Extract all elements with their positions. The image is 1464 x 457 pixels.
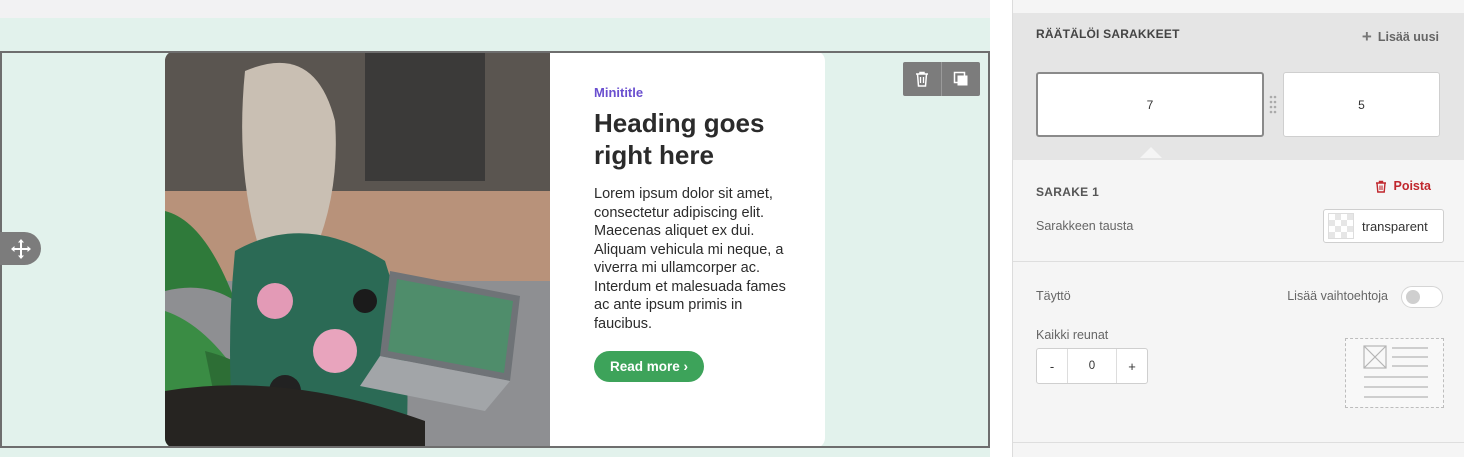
delete-block-button[interactable] (903, 62, 941, 96)
columns-title: RÄÄTÄLÖI SARAKKEET (1036, 27, 1180, 41)
all-edges-label: Kaikki reunat (1036, 328, 1109, 342)
move-block-handle[interactable] (0, 232, 41, 265)
padding-label: Täyttö (1036, 289, 1071, 303)
settings-panel: RÄÄTÄLÖI SARAKKEET + Lisää uusi 7 5 SARA… (1012, 0, 1464, 457)
transparent-swatch-icon (1328, 213, 1354, 239)
toggle-knob (1406, 290, 1420, 304)
duplicate-block-button[interactable] (941, 62, 979, 96)
editor-canvas: Minititle Heading goes right here Lorem … (0, 0, 990, 457)
duplicate-icon (953, 71, 967, 86)
columns-editor: RÄÄTÄLÖI SARAKKEET + Lisää uusi 7 5 (1013, 13, 1464, 160)
add-column-button[interactable]: + Lisää uusi (1361, 27, 1439, 46)
selected-block-outline (0, 51, 990, 448)
column-1-box[interactable]: 7 (1036, 72, 1264, 137)
trash-icon (1376, 180, 1387, 193)
add-column-label: Lisää uusi (1377, 30, 1439, 44)
more-options-label: Lisää vaihtoehtoja (1287, 289, 1388, 303)
column-resize-handle-icon[interactable] (1268, 94, 1278, 116)
column-background-label: Sarakkeen tausta (1036, 219, 1134, 233)
padding-value-input[interactable]: 0 (1067, 349, 1117, 383)
background-color-picker[interactable]: transparent (1323, 209, 1444, 243)
section-divider (1013, 442, 1464, 443)
padding-stepper: - 0 + (1036, 348, 1148, 384)
decrement-button[interactable]: - (1037, 349, 1067, 383)
delete-column-button[interactable]: Poista (1375, 179, 1431, 193)
column-section-title: SARAKE 1 (1036, 185, 1100, 199)
column-2-box[interactable]: 5 (1283, 72, 1440, 137)
plus-icon: + (1361, 27, 1372, 46)
delete-column-label: Poista (1393, 179, 1431, 193)
move-icon (10, 238, 31, 259)
increment-button[interactable]: + (1117, 349, 1147, 383)
block-toolbar (903, 62, 980, 96)
active-column-pointer (1140, 147, 1162, 158)
background-color-value: transparent (1362, 218, 1428, 234)
layout-preview-icon (1363, 345, 1428, 398)
padding-preview (1345, 338, 1444, 408)
section-divider (1013, 261, 1464, 262)
more-options-toggle[interactable] (1401, 286, 1443, 308)
trash-icon (916, 71, 928, 87)
